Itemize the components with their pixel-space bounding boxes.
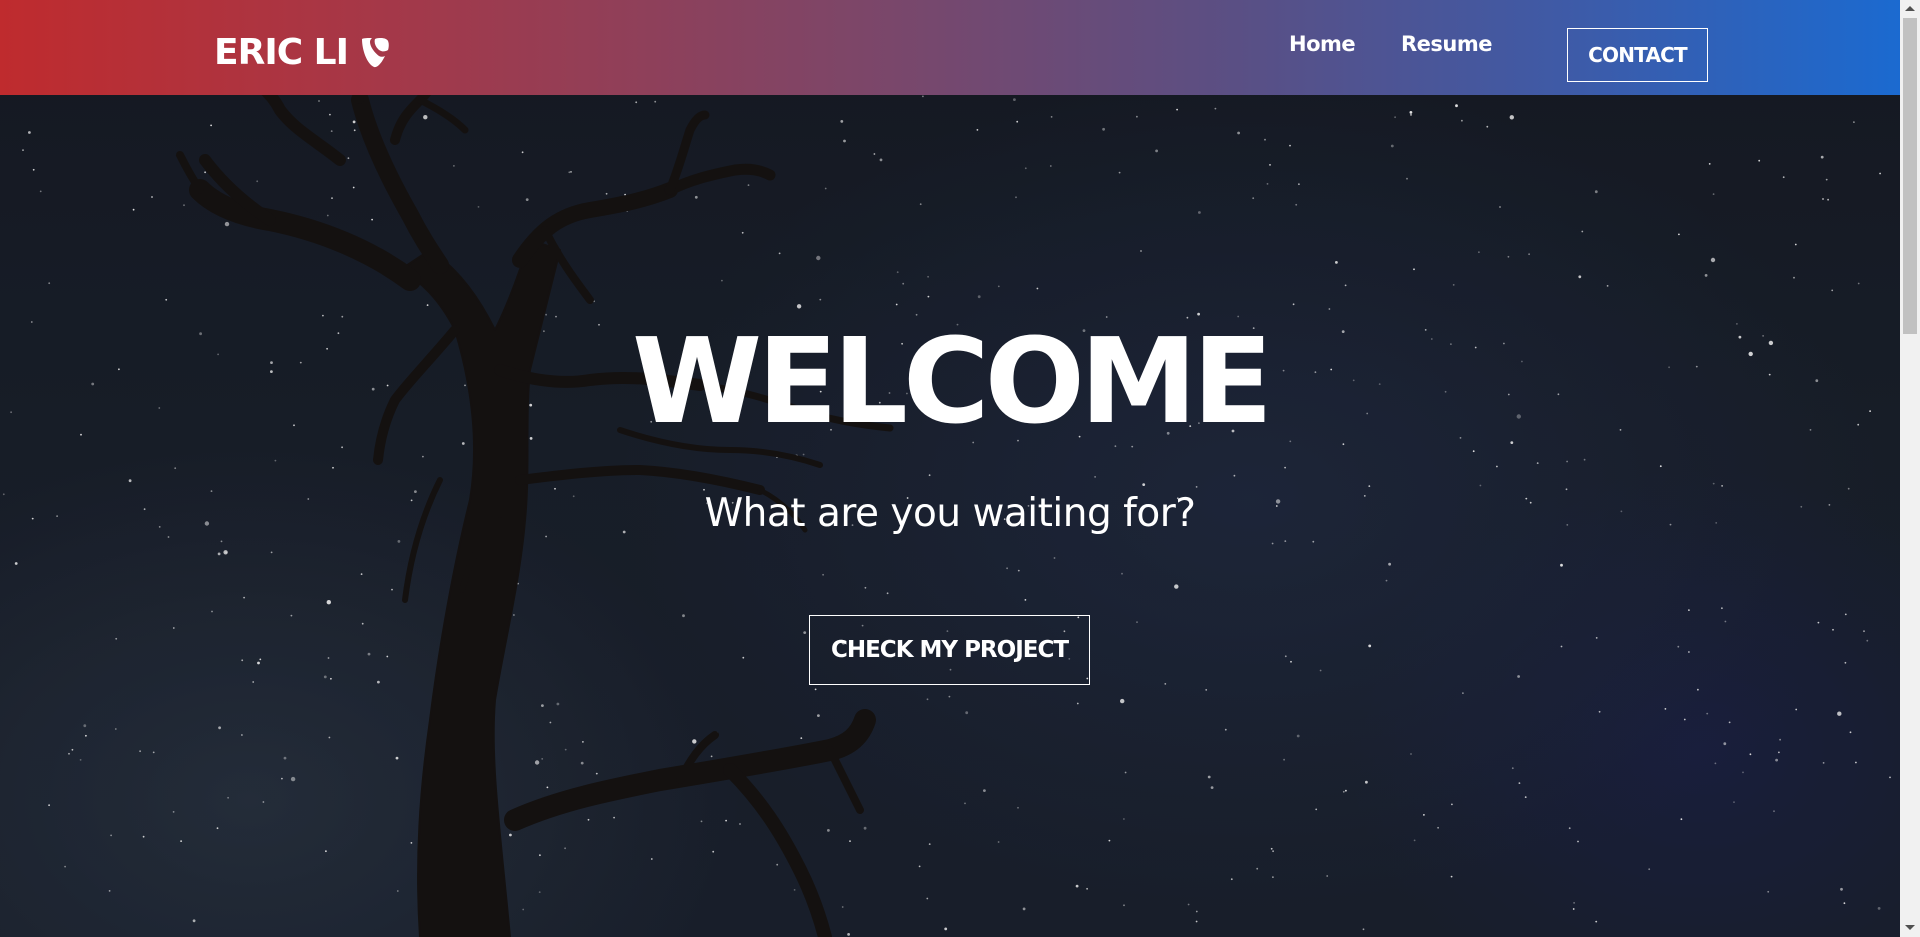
check-my-project-button[interactable]: CHECK MY PROJECT (809, 615, 1090, 685)
vertical-scrollbar[interactable] (1900, 0, 1920, 937)
scroll-thumb[interactable] (1903, 18, 1917, 334)
brand-link[interactable]: ERIC LI (214, 32, 392, 73)
hero-subtitle: What are you waiting for? (704, 491, 1196, 536)
hero-content: WELCOME What are you waiting for? CHECK … (0, 0, 1900, 937)
scroll-up-arrow-icon[interactable] (1905, 6, 1915, 11)
typo3-logo-icon (362, 37, 389, 67)
scroll-down-arrow-icon[interactable] (1905, 925, 1915, 930)
brand-name: ERIC LI (214, 32, 349, 73)
page: ERIC LI Home Resume CONTACT WELCOME What… (0, 0, 1920, 937)
nav-link-home[interactable]: Home (1289, 32, 1356, 56)
hero-title: WELCOME (632, 312, 1273, 450)
contact-button[interactable]: CONTACT (1567, 28, 1708, 82)
nav-link-resume[interactable]: Resume (1401, 32, 1493, 56)
top-navbar: ERIC LI Home Resume CONTACT (0, 0, 1900, 95)
